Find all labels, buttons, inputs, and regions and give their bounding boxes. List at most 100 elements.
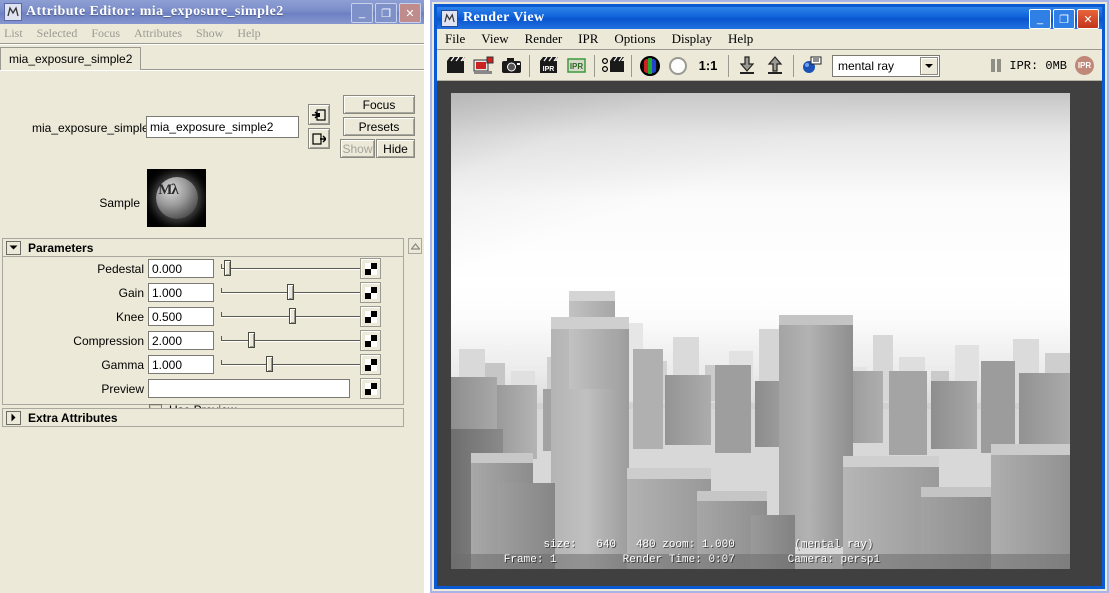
attribute-editor-window: Attribute Editor: mia_exposure_simple2 _… [0,0,424,593]
render-view-titlebar: Render View _ ❐ ✕ [437,7,1102,29]
pedestal-slider[interactable] [221,259,361,278]
ipr-badge-icon[interactable]: IPR [1075,56,1094,75]
input-connection-button[interactable] [308,104,330,125]
knee-label: Knee [116,310,144,324]
compression-map-button[interactable] [360,330,381,351]
slider-handle[interactable] [289,308,296,324]
parameters-title: Parameters [28,241,93,255]
checker-icon [365,287,377,299]
ipr-region-icon[interactable] [601,54,625,78]
minimize-button[interactable]: _ [351,3,373,23]
menu-item-ipr[interactable]: IPR [578,31,598,47]
slider-handle[interactable] [248,332,255,348]
desktop: Attribute Editor: mia_exposure_simple2 _… [0,0,1109,593]
sample-label: Sample [60,196,140,210]
menu-item-list[interactable]: List [4,26,23,41]
collapse-toggle-parameters[interactable] [6,241,21,255]
redo-render-icon[interactable] [471,54,495,78]
zoom-1to1-label: 1:1 [699,58,718,73]
menu-item-help[interactable]: Help [728,31,753,47]
menu-item-view[interactable]: View [481,31,508,47]
parameters-section-header[interactable]: Parameters [2,238,404,257]
extra-attributes-section-header[interactable]: Extra Attributes [2,408,404,427]
param-row-gain: Gain [3,283,403,304]
render-view-frame: Render View _ ❐ ✕ File View Render IPR O… [434,4,1105,589]
render-canvas[interactable]: size: 640 480 zoom: 1.000 (mental ray) F… [437,81,1102,586]
attribute-editor-title: Attribute Editor: mia_exposure_simple2 [26,4,284,20]
hide-button[interactable]: Hide [376,139,415,158]
render-status-line-2: Frame: 1 Render Time: 0:07 Camera: persp… [451,554,1070,569]
focus-button[interactable]: Focus [343,95,415,114]
pedestal-input[interactable] [148,259,214,278]
ipr-render-icon[interactable]: IPR [536,54,560,78]
menu-item-help[interactable]: Help [237,26,260,41]
maya-logo-icon: Mλ [147,169,189,211]
renderer-select[interactable]: mental ray [832,55,940,77]
refresh-ipr-icon[interactable]: IPR [564,54,588,78]
knee-slider[interactable] [221,307,361,326]
menu-item-options[interactable]: Options [614,31,655,47]
menu-item-render[interactable]: Render [525,31,563,47]
preview-map-button[interactable] [360,378,381,399]
menu-item-attributes[interactable]: Attributes [134,26,182,41]
render-view-title: Render View [463,10,545,26]
menu-item-display[interactable]: Display [672,31,712,47]
slider-cap-left [221,336,222,341]
rendered-image: size: 640 480 zoom: 1.000 (mental ray) F… [451,93,1070,569]
scroll-up-button[interactable] [408,238,422,254]
gain-map-button[interactable] [360,282,381,303]
right-tower [779,317,853,547]
knee-map-button[interactable] [360,306,381,327]
gamma-map-button[interactable] [360,354,381,375]
gamma-input[interactable] [148,355,214,374]
gain-input[interactable] [148,283,214,302]
attribute-editor-titlebar: Attribute Editor: mia_exposure_simple2 _… [0,0,424,24]
tab-mia-exposure-simple2[interactable]: mia_exposure_simple2 [0,47,141,70]
menu-item-file[interactable]: File [445,31,465,47]
collapse-toggle-extra[interactable] [6,411,21,425]
output-connection-button[interactable] [308,128,330,149]
node-name-input[interactable] [146,116,299,138]
render-view-window-controls: _ ❐ ✕ [1029,9,1099,29]
maximize-button[interactable]: ❐ [375,3,397,23]
save-image-icon[interactable] [763,54,787,78]
slider-handle[interactable] [287,284,294,300]
gamma-slider[interactable] [221,355,361,374]
slider-handle[interactable] [224,260,231,276]
render-view-menubar: File View Render IPR Options Display Hel… [437,29,1102,50]
checker-icon [365,383,377,395]
menu-item-focus[interactable]: Focus [91,26,120,41]
sample-swatch[interactable]: Mλ [147,169,206,227]
chevron-down-icon[interactable] [920,57,938,75]
knee-input[interactable] [148,307,214,326]
alpha-channel-icon[interactable] [666,54,690,78]
slider-track [221,340,361,342]
param-row-gamma: Gamma [3,355,403,376]
gain-label: Gain [119,286,144,300]
compression-input[interactable] [148,331,214,350]
gain-slider[interactable] [221,283,361,302]
close-button[interactable]: ✕ [1077,9,1099,29]
render-current-frame-icon[interactable] [443,54,467,78]
close-button[interactable]: ✕ [399,3,421,23]
snapshot-icon[interactable] [499,54,523,78]
load-image-icon[interactable] [735,54,759,78]
preview-input[interactable] [148,379,350,398]
show-button: Show [340,139,375,158]
maximize-button[interactable]: ❐ [1053,9,1075,29]
render-settings-icon[interactable] [800,54,824,78]
minimize-button[interactable]: _ [1029,9,1051,29]
zoom-1to1-button[interactable]: 1:1 [694,54,722,78]
compression-slider[interactable] [221,331,361,350]
pause-icon[interactable] [991,59,1001,72]
rgb-channel-icon[interactable] [638,54,662,78]
menu-item-selected[interactable]: Selected [37,26,78,41]
pedestal-map-button[interactable] [360,258,381,279]
slider-handle[interactable] [266,356,273,372]
menu-item-show[interactable]: Show [196,26,223,41]
presets-button[interactable]: Presets [343,117,415,136]
render-view-window: Render View _ ❐ ✕ File View Render IPR O… [430,0,1109,593]
slider-cap-left [221,288,222,293]
attribute-editor-window-controls: _ ❐ ✕ [351,3,421,23]
checker-icon [365,359,377,371]
